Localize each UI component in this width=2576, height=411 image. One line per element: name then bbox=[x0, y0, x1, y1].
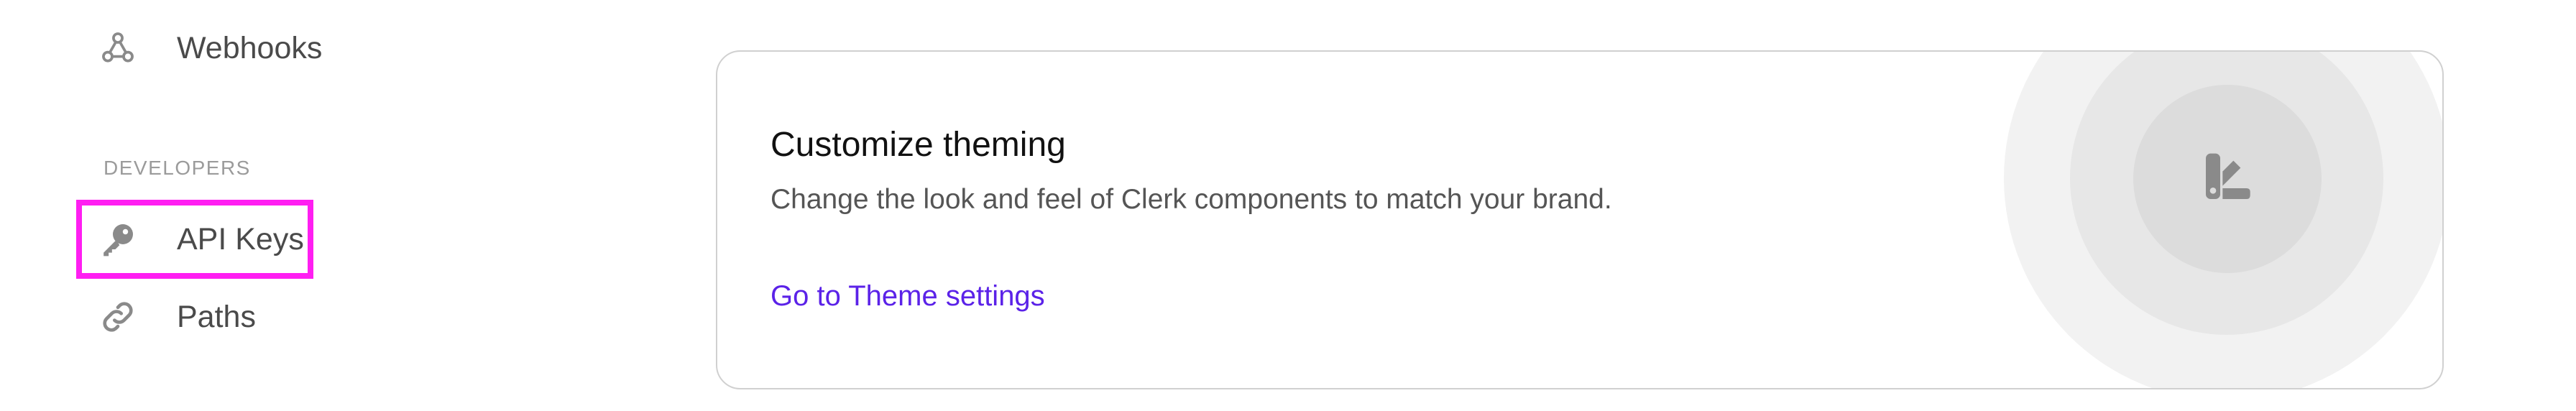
sidebar: Webhooks DEVELOPERS API Keys Paths bbox=[0, 0, 575, 411]
illustration-ring-inner bbox=[2133, 85, 2322, 273]
theme-swatch-icon bbox=[2199, 149, 2256, 210]
card-title: Customize theming bbox=[770, 126, 1066, 164]
sidebar-item-label: API Keys bbox=[177, 221, 304, 257]
link-icon bbox=[98, 297, 138, 337]
card-description: Change the look and feel of Clerk compon… bbox=[770, 184, 1612, 215]
theming-card: Customize theming Change the look and fe… bbox=[716, 50, 2444, 389]
sidebar-item-paths[interactable]: Paths bbox=[98, 285, 256, 349]
section-header-developers: DEVELOPERS bbox=[104, 157, 251, 179]
sidebar-item-label: Paths bbox=[177, 299, 256, 334]
webhooks-icon bbox=[98, 28, 138, 68]
key-icon bbox=[98, 219, 138, 259]
sidebar-item-label: Webhooks bbox=[177, 30, 323, 65]
sidebar-item-api-keys[interactable]: API Keys bbox=[98, 207, 304, 272]
theme-settings-link[interactable]: Go to Theme settings bbox=[770, 280, 1045, 313]
sidebar-item-webhooks[interactable]: Webhooks bbox=[98, 16, 322, 80]
